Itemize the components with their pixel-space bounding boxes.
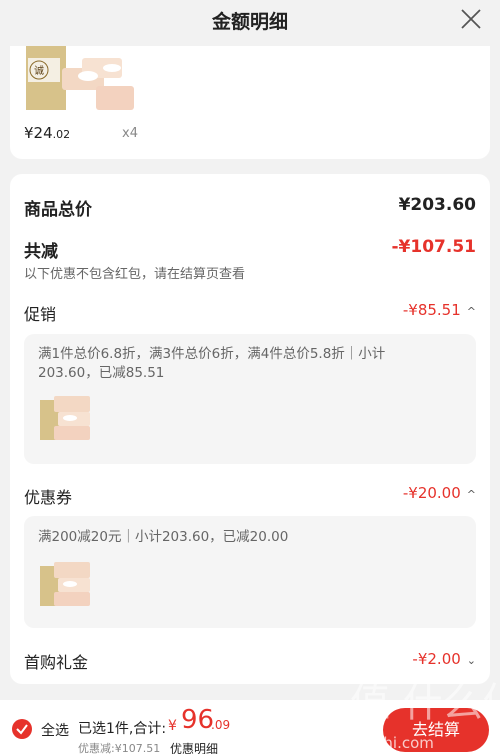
- goods-total-value: ¥203.60: [398, 195, 476, 215]
- first-purchase-toggle[interactable]: -¥2.00 ⌄: [412, 650, 476, 668]
- brand-mark-text: 诚: [34, 65, 44, 77]
- chevron-up-icon: ^: [466, 488, 476, 501]
- coupon-toggle[interactable]: -¥20.00 ^: [403, 484, 476, 502]
- coupon-product-thumb: [40, 562, 90, 606]
- selected-total-label: 已选1件,合计:: [78, 721, 167, 737]
- close-icon[interactable]: [460, 8, 482, 30]
- promotion-value: -¥85.51: [402, 301, 461, 319]
- total-reduced-value: -¥107.51: [391, 237, 477, 257]
- discount-summary: 优惠减:¥107.51: [78, 742, 161, 754]
- promotion-desc-line2: 203.60，已减85.51: [38, 365, 165, 381]
- select-all-checkbox[interactable]: [12, 719, 32, 739]
- coupon-value: -¥20.00: [402, 484, 461, 502]
- total-reduced-label: 共减: [24, 242, 58, 262]
- chevron-up-icon: ^: [466, 305, 476, 318]
- discount-detail-link[interactable]: 优惠明细: [170, 740, 218, 754]
- first-purchase-label: 首购礼金: [24, 653, 89, 672]
- product-card: 诚 ¥24.02 x4: [10, 46, 490, 159]
- goods-total-label: 商品总价: [24, 200, 92, 220]
- select-all-label[interactable]: 全选: [41, 720, 69, 740]
- price-currency: ¥: [24, 124, 34, 142]
- total-dec: .09: [211, 718, 231, 732]
- checkout-bar: 全选 已选1件,合计: ¥ 96 .09 优惠减:¥107.51 优惠明细 去结…: [0, 700, 500, 754]
- discount-note: 以下优惠不包含红包，请在结算页查看: [24, 267, 246, 282]
- coupon-desc: 满200减20元｜小计203.60，已减20.00: [38, 529, 289, 545]
- promotion-label: 促销: [24, 305, 57, 324]
- promotion-toggle[interactable]: -¥85.51 ^: [403, 301, 476, 319]
- coupon-detail-box: 满200减20元｜小计203.60，已减20.00: [24, 516, 476, 628]
- first-purchase-value: -¥2.00: [412, 650, 461, 668]
- page-title: 金额明细: [211, 11, 288, 33]
- promotion-detail-box: 满1件总价6.8折，满3件总价6折，满4件总价5.8折｜小计 203.60，已减…: [24, 334, 476, 464]
- product-image[interactable]: 诚: [26, 46, 138, 114]
- price-int: 24: [33, 124, 53, 142]
- total-int: 96: [181, 705, 215, 735]
- chevron-down-icon: ⌄: [466, 654, 476, 667]
- checkout-button[interactable]: 去结算: [383, 708, 489, 752]
- coupon-label: 优惠券: [24, 488, 73, 507]
- header: 金额明细: [0, 0, 500, 46]
- product-quantity: x4: [122, 126, 138, 141]
- promotion-desc-line1: 满1件总价6.8折，满3件总价6折，满4件总价5.8折｜小计: [38, 346, 386, 362]
- promotion-product-thumb: [40, 396, 90, 440]
- amount-detail-card: 商品总价 ¥203.60 共减 -¥107.51 以下优惠不包含红包，请在结算页…: [10, 174, 490, 684]
- product-price: ¥24.02: [24, 124, 70, 142]
- total-currency: ¥: [168, 718, 177, 734]
- check-icon: [16, 724, 28, 735]
- price-dec: .02: [52, 128, 71, 141]
